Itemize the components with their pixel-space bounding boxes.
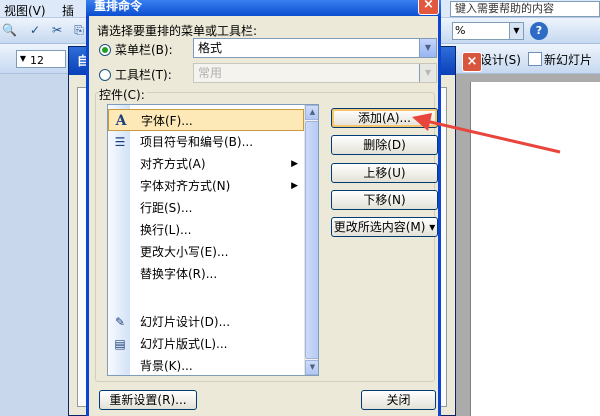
radio-selected-icon[interactable] [99,44,111,56]
list-item[interactable]: ▤ 幻灯片版式(L)... [108,333,304,355]
scrollbar-thumb[interactable] [305,121,318,359]
list-item[interactable]: ✎ 幻灯片设计(D)... [108,311,304,333]
list-item-label: 背景(K)... [140,359,193,373]
list-item[interactable]: A 字体(F)... [108,109,304,131]
help-icon[interactable]: ? [530,22,548,40]
menu-view[interactable]: 视图(V) [4,2,46,19]
move-up-button[interactable]: 上移(U) [331,163,438,183]
menubar-combo[interactable]: 格式 ▼ [193,38,437,58]
scroll-down-icon[interactable]: ▼ [305,360,318,375]
rearrange-commands-dialog: 重排命令 × 请选择要重排的菜单或工具栏: 菜单栏(B): 格式 ▼ 工具栏(T… [86,0,441,416]
dialog-title-bar: 重排命令 × [86,0,441,16]
list-item-label: 换行(L)... [140,223,192,237]
close-button[interactable]: 关闭 [361,390,436,410]
list-scrollbar[interactable]: ▲ ▼ [304,105,318,375]
chevron-down-icon[interactable]: ▼ [17,51,29,67]
dialog-title: 重排命令 [94,0,143,13]
list-item-label: 更改大小写(E)... [140,245,229,259]
print-preview-icon[interactable]: 🔍 [2,23,17,37]
customize-close-icon[interactable]: × [462,52,482,72]
list-item[interactable]: 更改大小写(E)... [108,241,304,263]
new-slide-button[interactable]: 新幻灯片 [528,51,592,68]
close-icon[interactable]: × [418,0,439,15]
zoom-combo[interactable]: % ▼ [452,22,524,40]
modify-selection-button[interactable]: 更改所选内容(M) ▾ [331,217,438,237]
list-item-label: 字体对齐方式(N) [140,179,231,193]
list-item-label: 幻灯片版式(L)... [140,337,228,351]
spelling-icon[interactable]: ✓ [28,23,42,37]
list-item[interactable]: 背景(K)... [108,355,304,375]
list-item[interactable]: 换行(L)... [108,219,304,241]
list-item[interactable]: 对齐方式(A) ▶ [108,153,304,175]
slide-design-icon: ✎ [114,315,126,329]
menubar-radio[interactable]: 菜单栏(B): [99,41,173,58]
add-button[interactable]: 添加(A)... [331,108,438,128]
research-icon[interactable]: ✂ [50,23,64,37]
list-item-label: 行距(S)... [140,201,193,215]
chevron-down-icon[interactable]: ▼ [419,64,436,82]
outline-panel [0,74,76,416]
list-item-label: 项目符号和编号(B)... [140,135,254,149]
font-A-icon: A [115,113,127,129]
toolbar-radio[interactable]: 工具栏(T): [99,66,172,83]
controls-list[interactable]: A 字体(F)... ☰ 项目符号和编号(B)... 对齐方式(A) ▶ 字体对齐方式(N)… [107,104,319,376]
scroll-up-icon[interactable]: ▲ [305,105,318,120]
new-slide-icon [528,52,542,66]
chevron-down-icon[interactable]: ▼ [419,39,436,57]
list-item[interactable]: 行距(S)... [108,197,304,219]
copy-icon[interactable]: ⎘ [72,23,86,37]
list-item-label: 替换字体(R)... [140,267,218,281]
list-item-label: 对齐方式(A) [140,157,206,171]
help-search-input[interactable]: 键入需要帮助的内容 [450,1,600,17]
list-item[interactable]: ☰ 项目符号和编号(B)... [108,131,304,153]
controls-label: 控件(C): [99,86,147,103]
choose-target-prompt: 请选择要重排的菜单或工具栏: [97,24,258,38]
chevron-down-icon[interactable]: ▼ [509,23,523,39]
reset-button[interactable]: 重新设置(R)... [99,390,197,410]
list-item[interactable]: 字体对齐方式(N) ▶ [108,175,304,197]
submenu-arrow-icon: ▶ [291,181,298,191]
slide-canvas [470,82,600,416]
menu-insert[interactable]: 插 [62,2,74,19]
submenu-arrow-icon: ▶ [291,159,298,169]
font-size-value: 12 [30,54,44,67]
bullets-icon: ☰ [114,135,126,149]
move-down-button[interactable]: 下移(N) [331,190,438,210]
radio-unselected-icon[interactable] [99,69,111,81]
slide-layout-icon: ▤ [114,337,126,351]
toolbar-combo[interactable]: 常用 ▼ [193,63,437,83]
list-item-label: 幻灯片设计(D)... [140,315,231,329]
list-item-label: 字体(F)... [141,114,193,128]
delete-button[interactable]: 删除(D) [331,135,438,155]
list-item[interactable]: 替换字体(R)... [108,263,304,285]
